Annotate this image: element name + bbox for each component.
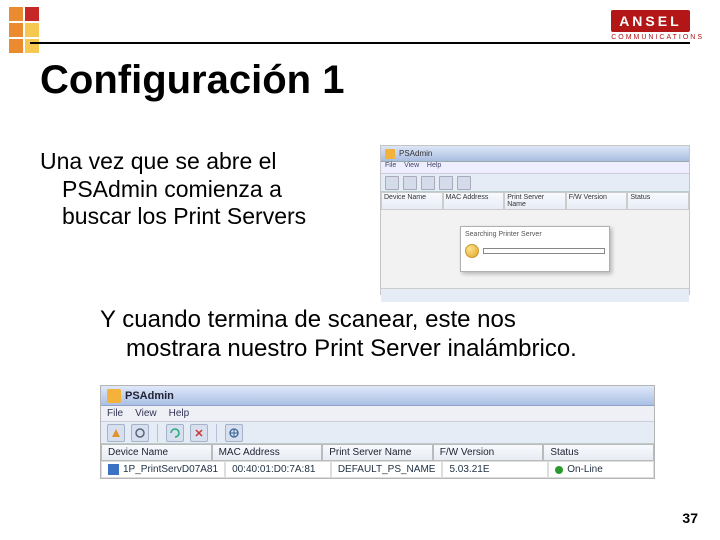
para2-line1: Y cuando termina de scanear, este nos	[100, 306, 516, 333]
menubar: File View Help	[381, 162, 689, 174]
para2-rest: mostrara nuestro Print Server inalámbric…	[100, 335, 670, 364]
delete-icon[interactable]	[439, 176, 453, 190]
cell-device-text: 1P_PrintServD07A81	[123, 464, 218, 475]
col-device[interactable]: Device Name	[381, 192, 443, 210]
window-titlebar: PSAdmin	[381, 146, 689, 162]
psadmin-window-searching: PSAdmin File View Help Device Name MAC A…	[380, 145, 690, 295]
menu-file-2[interactable]: File	[107, 408, 123, 419]
col-mac[interactable]: MAC Address	[443, 192, 505, 210]
cell-status: On-Line	[548, 461, 654, 478]
toolbar-2	[101, 422, 654, 444]
toolbar-separator	[157, 424, 158, 442]
col-status[interactable]: Status	[627, 192, 689, 210]
para1-line1: Una vez que se abre el	[40, 148, 277, 174]
window-titlebar-2: PSAdmin	[101, 386, 654, 406]
brand-name: ANSEL	[611, 10, 689, 32]
brand-logo: ANSEL COMMUNICATIONS	[611, 10, 704, 41]
table-row[interactable]: 1P_PrintServD07A81 00:40:01:D0:7A:81 DEF…	[101, 461, 654, 478]
column-headers: Device Name MAC Address Print Server Nam…	[101, 444, 654, 461]
cell-psname: DEFAULT_PS_NAME	[331, 461, 443, 478]
cell-mac: 00:40:01:D0:7A:81	[225, 461, 331, 478]
settings-icon[interactable]	[131, 424, 149, 442]
menu-help[interactable]: Help	[427, 162, 441, 169]
paragraph-2: Y cuando termina de scanear, este nos mo…	[100, 306, 670, 364]
column-headers-small: Device Name MAC Address Print Server Nam…	[381, 192, 689, 210]
col-fw[interactable]: F/W Version	[566, 192, 628, 210]
brand-sub: COMMUNICATIONS	[611, 34, 704, 41]
toolbar	[381, 174, 689, 192]
wizard-icon[interactable]	[107, 424, 125, 442]
web-icon[interactable]	[225, 424, 243, 442]
settings-icon[interactable]	[403, 176, 417, 190]
col-psname-2[interactable]: Print Server Name	[322, 444, 433, 461]
col-status-2[interactable]: Status	[543, 444, 654, 461]
slide-title: Configuración 1	[40, 58, 344, 103]
menu-file[interactable]: File	[385, 162, 396, 169]
menu-help-2[interactable]: Help	[169, 408, 190, 419]
paragraph-1: Una vez que se abre el PSAdmin comienza …	[40, 148, 350, 231]
wizard-icon[interactable]	[385, 176, 399, 190]
title-rule	[30, 42, 690, 44]
status-online-icon	[555, 466, 563, 474]
cell-status-text: On-Line	[567, 464, 603, 475]
window-title: PSAdmin	[399, 149, 432, 158]
refresh-icon[interactable]	[166, 424, 184, 442]
refresh-icon[interactable]	[421, 176, 435, 190]
search-dialog: Searching Printer Server	[460, 226, 610, 272]
col-fw-2[interactable]: F/W Version	[433, 444, 544, 461]
menu-view[interactable]: View	[404, 162, 419, 169]
web-icon[interactable]	[457, 176, 471, 190]
status-bar	[381, 288, 689, 302]
progress-bar	[483, 248, 605, 254]
cell-device: 1P_PrintServD07A81	[101, 461, 225, 478]
window-body: Searching Printer Server	[381, 210, 689, 288]
menu-view-2[interactable]: View	[135, 408, 157, 419]
toolbar-separator	[216, 424, 217, 442]
app-icon	[385, 149, 395, 159]
app-icon-2	[107, 389, 121, 403]
para1-rest: PSAdmin comienza a buscar los Print Serv…	[40, 176, 350, 231]
menubar-2: File View Help	[101, 406, 654, 422]
decorative-squares	[8, 6, 88, 54]
col-mac-2[interactable]: MAC Address	[212, 444, 323, 461]
cell-fw: 5.03.21E	[442, 461, 548, 478]
psadmin-window-result: PSAdmin File View Help Device Name MAC A…	[100, 385, 655, 479]
delete-icon[interactable]	[190, 424, 208, 442]
col-device-2[interactable]: Device Name	[101, 444, 212, 461]
window-title-2: PSAdmin	[125, 390, 174, 402]
search-spinner-icon	[465, 244, 479, 258]
device-icon	[108, 464, 119, 475]
search-dialog-title: Searching Printer Server	[465, 231, 605, 238]
col-psname[interactable]: Print Server Name	[504, 192, 566, 210]
page-number: 37	[682, 510, 698, 526]
